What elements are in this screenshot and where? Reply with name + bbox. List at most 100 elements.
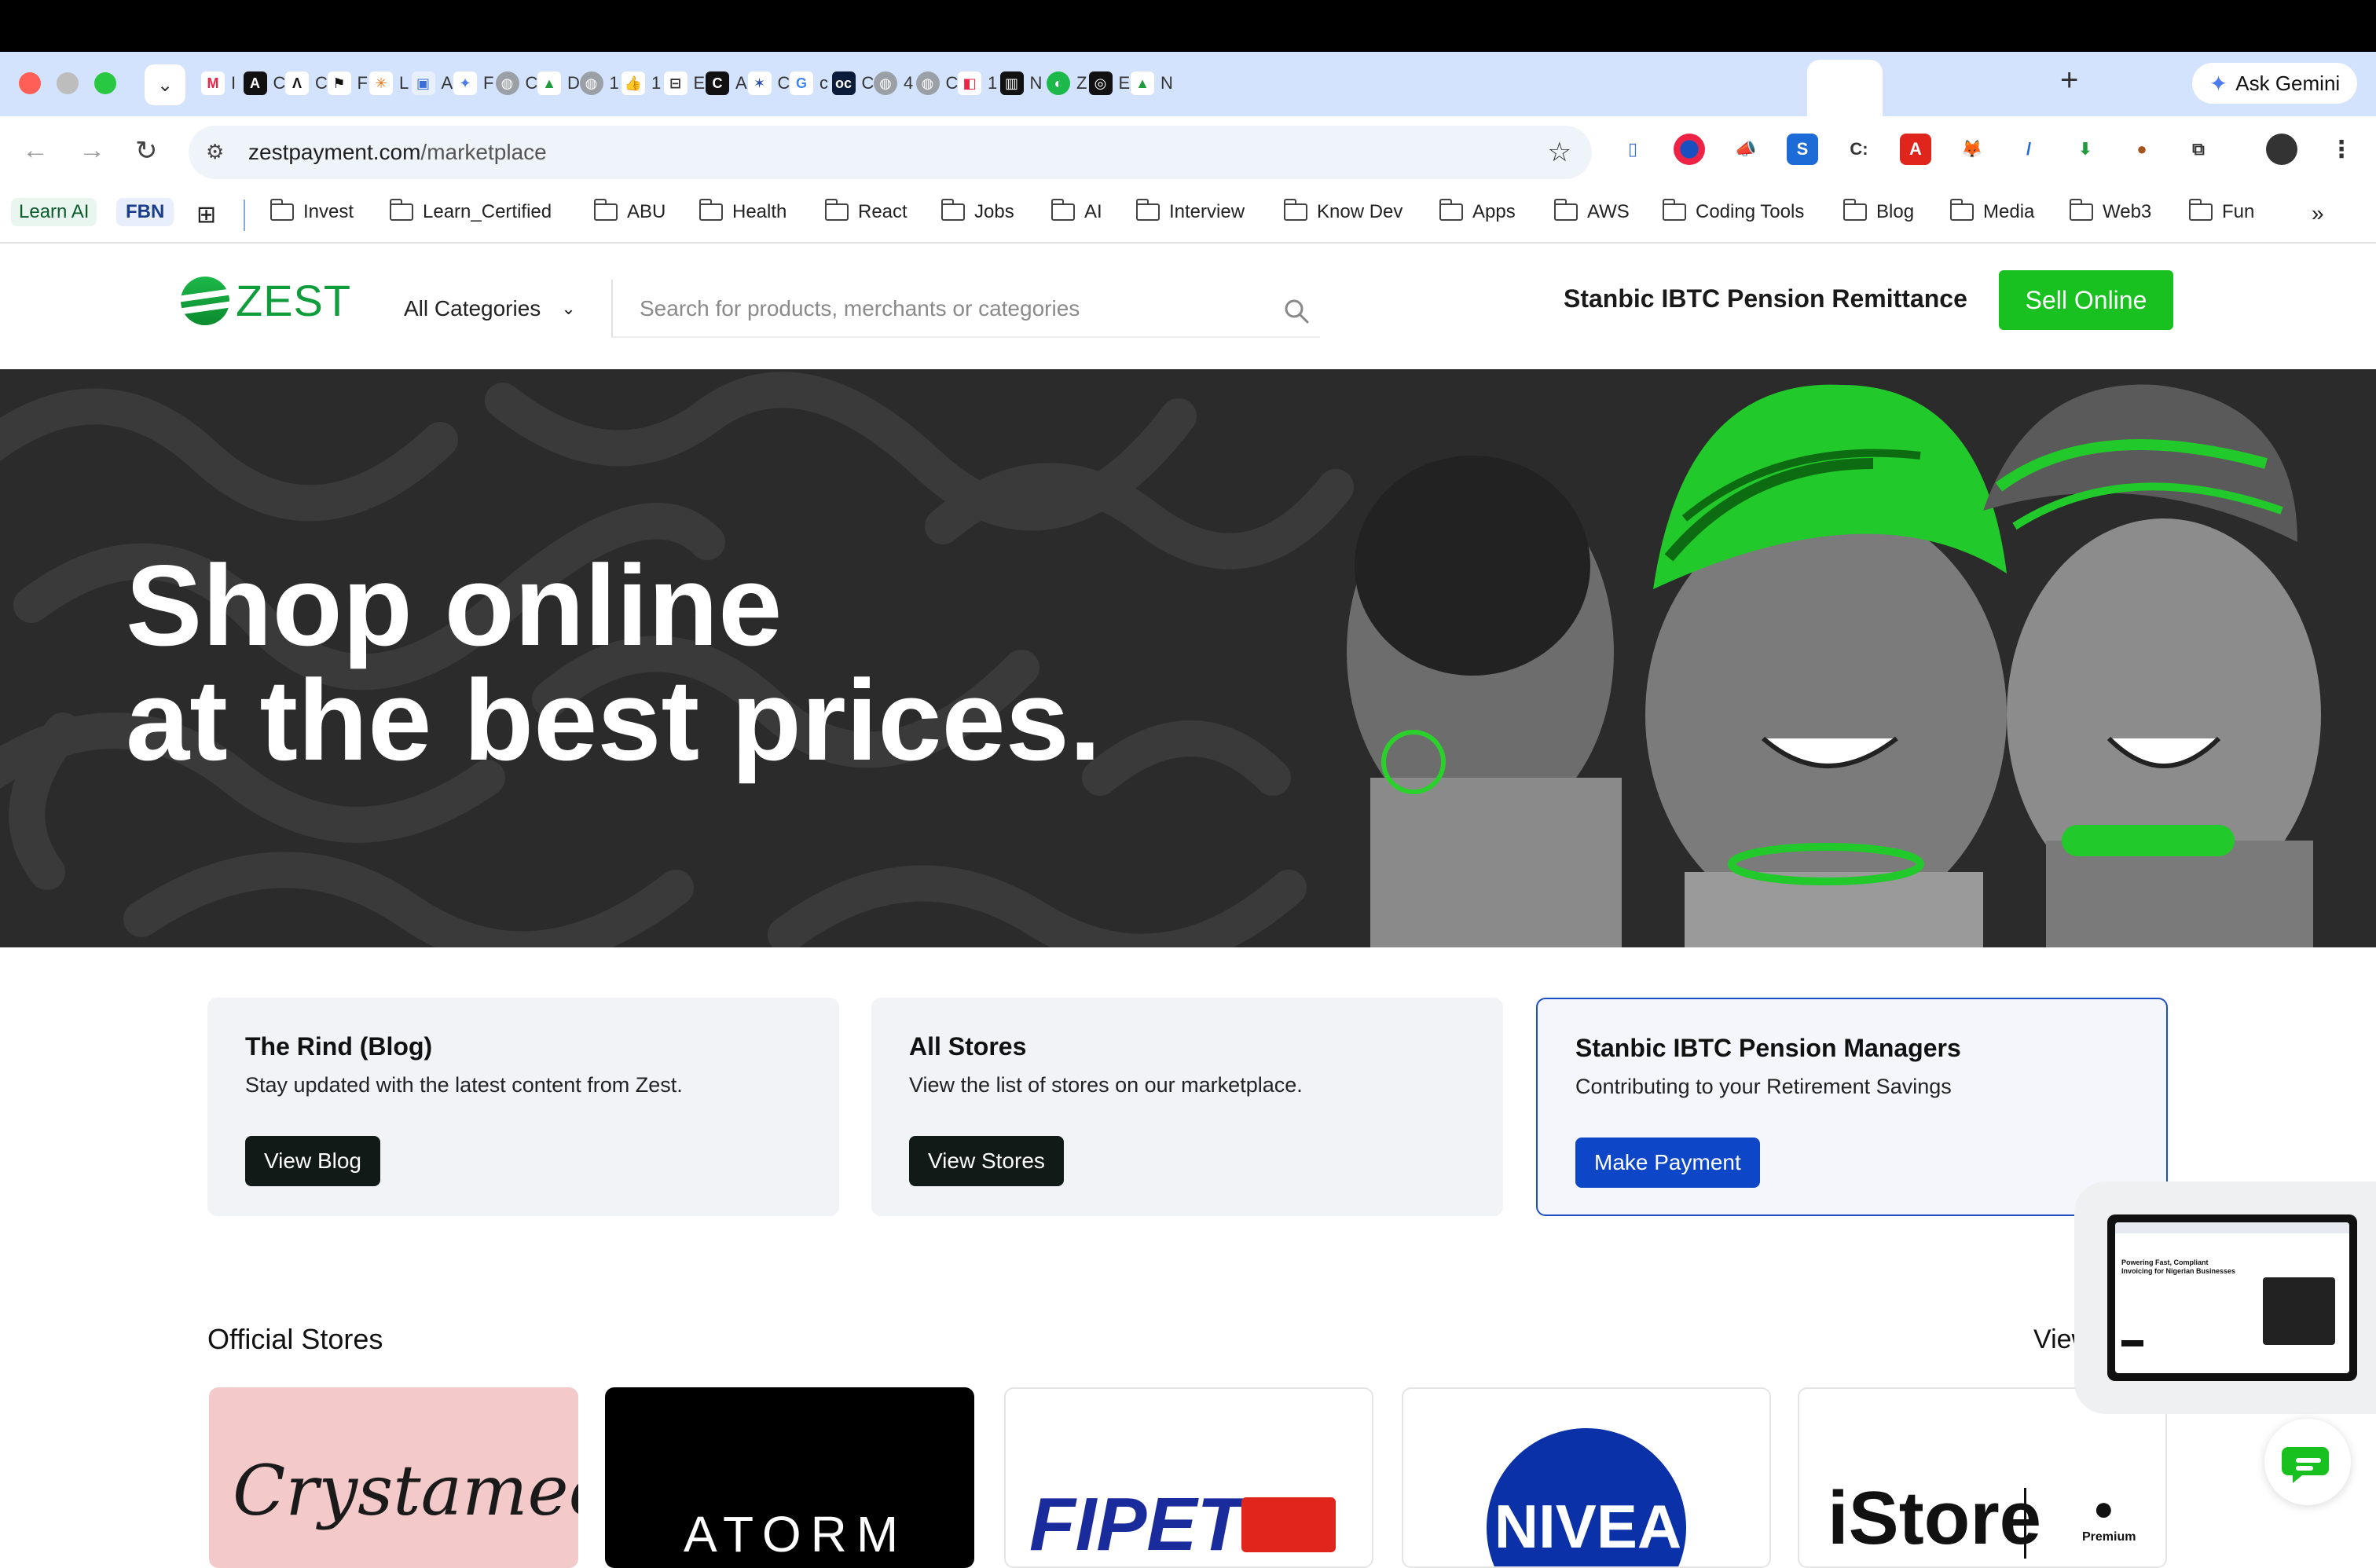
bookmark-folder-invest[interactable]: Invest bbox=[270, 199, 354, 223]
extension-megaphone-icon[interactable]: 📣 bbox=[1730, 134, 1762, 165]
active-tab[interactable] bbox=[1807, 60, 1883, 116]
browser-tab[interactable]: ▥ N bbox=[999, 66, 1043, 101]
browser-tab[interactable]: ▲ N bbox=[1131, 66, 1173, 101]
pension-remittance-link[interactable]: Stanbic IBTC Pension Remittance bbox=[1564, 284, 1967, 313]
browser-tab[interactable]: AC bbox=[243, 66, 285, 101]
extension-s-icon[interactable]: S bbox=[1787, 134, 1818, 165]
folder-icon bbox=[940, 199, 965, 221]
bookmark-folder-jobs[interactable]: Jobs bbox=[940, 199, 1014, 223]
browser-tab[interactable]: ⚑ F bbox=[327, 66, 368, 101]
extension-c-icon[interactable]: C: bbox=[1843, 134, 1875, 165]
extension-firefox-icon[interactable] bbox=[1674, 134, 1705, 165]
browser-tab[interactable]: 👍 1 bbox=[622, 66, 661, 101]
folder-icon bbox=[1949, 199, 1974, 221]
browser-tab[interactable]: ◍ 1 bbox=[579, 66, 619, 101]
store-logo-fipet: FIPET bbox=[1029, 1482, 1244, 1566]
extension-doc-icon[interactable]: ▯ bbox=[1617, 134, 1648, 165]
bookmark-fbn[interactable]: FBN bbox=[116, 198, 174, 226]
browser-tab[interactable]: ✶ C bbox=[747, 66, 790, 101]
store-card-istore[interactable]: iStore ● Premium bbox=[1798, 1387, 2167, 1568]
browser-tab[interactable]: ◍ 4 bbox=[874, 66, 913, 101]
bookmark-folder-apps[interactable]: Apps bbox=[1439, 199, 1516, 223]
store-card-nivea[interactable]: NIVEA bbox=[1402, 1387, 1771, 1568]
browser-tab[interactable]: ▣ A bbox=[411, 66, 453, 101]
bookmark-folder-interview[interactable]: Interview bbox=[1135, 199, 1245, 223]
sell-online-button[interactable]: Sell Online bbox=[1999, 270, 2173, 330]
browser-tab[interactable]: ▲ D bbox=[537, 66, 580, 101]
extensions-puzzle-icon[interactable]: ⧉ bbox=[2183, 134, 2214, 165]
framer-icon: ⚑ bbox=[327, 71, 351, 95]
close-window-button[interactable] bbox=[19, 72, 41, 94]
browser-tab[interactable]: ✳ L bbox=[369, 66, 409, 101]
folder-icon bbox=[824, 199, 849, 221]
browser-tab[interactable]: MI bbox=[201, 66, 236, 101]
browser-tab[interactable]: ◧ 1 bbox=[958, 66, 997, 101]
bookmark-folder-know-dev[interactable]: Know Dev bbox=[1283, 199, 1402, 223]
extension-pen-icon[interactable]: / bbox=[2013, 134, 2044, 165]
bookmark-folder-abu[interactable]: ABU bbox=[593, 199, 666, 223]
bookmark-folder-react[interactable]: React bbox=[824, 199, 908, 223]
extension-cookie-icon[interactable]: ● bbox=[2126, 134, 2158, 165]
make-payment-button[interactable]: Make Payment bbox=[1575, 1138, 1760, 1188]
bookmark-folder-coding-tools[interactable]: Coding Tools bbox=[1662, 199, 1804, 223]
browser-tab[interactable]: Gc bbox=[790, 66, 828, 101]
browser-tab[interactable]: ◍ C bbox=[495, 66, 537, 101]
store-card-fipet[interactable]: FIPET bbox=[1004, 1387, 1373, 1568]
chat-icon bbox=[2282, 1447, 2329, 1483]
extension-pdf-icon[interactable]: A bbox=[1900, 134, 1931, 165]
bookmark-folder-fun[interactable]: Fun bbox=[2188, 199, 2254, 223]
address-bar[interactable]: ⚙ zestpayment.com/marketplace ☆ bbox=[189, 126, 1592, 179]
bookmark-star-icon[interactable]: ☆ bbox=[1548, 137, 1571, 168]
browser-tab-label: L bbox=[399, 73, 409, 93]
search-input[interactable] bbox=[638, 291, 1270, 327]
bookmark-learn-ai[interactable]: Learn AI bbox=[11, 198, 97, 226]
ask-gemini-button[interactable]: ✦ Ask Gemini bbox=[2192, 63, 2357, 104]
tab-search-button[interactable]: ⌄ bbox=[145, 64, 185, 105]
forward-icon[interactable]: → bbox=[79, 135, 105, 166]
category-select-value: All Categories bbox=[404, 296, 541, 321]
browser-tab[interactable]: ⊟ E bbox=[663, 66, 705, 101]
url-text[interactable]: zestpayment.com/marketplace bbox=[248, 140, 547, 165]
browser-tab[interactable]: ✦ F bbox=[453, 66, 493, 101]
browser-tab[interactable]: ◐ Z bbox=[1047, 66, 1087, 101]
bookmark-folder-aws[interactable]: AWS bbox=[1553, 199, 1630, 223]
folder-icon bbox=[1842, 199, 1867, 221]
picture-in-picture-preview[interactable]: Powering Fast, Compliant Invoicing for N… bbox=[2107, 1214, 2357, 1381]
view-stores-button[interactable]: View Stores bbox=[909, 1136, 1064, 1186]
chat-button[interactable] bbox=[2264, 1419, 2351, 1505]
bookmark-folder-blog[interactable]: Blog bbox=[1842, 199, 1914, 223]
apps-grid-icon[interactable]: ⊞ bbox=[196, 201, 216, 229]
profile-avatar[interactable] bbox=[2266, 134, 2297, 165]
extension-download-icon[interactable]: ⬇ bbox=[2070, 134, 2101, 165]
search-icon[interactable] bbox=[1282, 297, 1311, 325]
browser-menu-icon[interactable]: ⋮ bbox=[2326, 134, 2357, 165]
back-icon[interactable]: ← bbox=[22, 135, 49, 166]
minimize-window-button[interactable] bbox=[57, 72, 79, 94]
bookmark-folder-media[interactable]: Media bbox=[1949, 199, 2034, 223]
bookmark-folder-ai[interactable]: AI bbox=[1050, 199, 1102, 223]
browser-tab[interactable]: ◍ C bbox=[915, 66, 958, 101]
store-card-crystamec[interactable]: Crystamec bbox=[209, 1387, 578, 1568]
browser-tab[interactable]: ◎ E bbox=[1088, 66, 1130, 101]
bookmark-folder-learn-certified[interactable]: Learn_Certified bbox=[389, 199, 552, 223]
browser-tab-label: A bbox=[735, 73, 747, 93]
reload-icon[interactable]: ↻ bbox=[135, 135, 158, 167]
new-tab-button[interactable]: + bbox=[2060, 63, 2078, 98]
browser-tab[interactable]: ΛC bbox=[285, 66, 328, 101]
zest-logo[interactable]: ZEST bbox=[181, 275, 351, 326]
hero-title-line-1: Shop online bbox=[126, 541, 783, 669]
bookmark-folder-health[interactable]: Health bbox=[698, 199, 786, 223]
bookmark-folder-web3[interactable]: Web3 bbox=[2069, 199, 2151, 223]
site-info-icon[interactable]: ⚙ bbox=[206, 140, 224, 164]
browser-tab-label: N bbox=[1029, 73, 1043, 93]
gmail-icon: M bbox=[201, 71, 225, 95]
extension-metamask-icon[interactable]: 🦊 bbox=[1956, 134, 1988, 165]
browser-tab[interactable]: oc C bbox=[831, 66, 874, 101]
more-bookmarks-icon[interactable]: » bbox=[2312, 201, 2324, 226]
category-select[interactable]: All Categories ⌄ bbox=[393, 280, 605, 338]
store-card-atorm[interactable]: ATORM bbox=[605, 1387, 974, 1568]
maximize-window-button[interactable] bbox=[94, 72, 116, 94]
bookmark-folder-label: AI bbox=[1084, 201, 1102, 222]
view-blog-button[interactable]: View Blog bbox=[245, 1136, 381, 1186]
browser-tab[interactable]: CA bbox=[706, 66, 747, 101]
